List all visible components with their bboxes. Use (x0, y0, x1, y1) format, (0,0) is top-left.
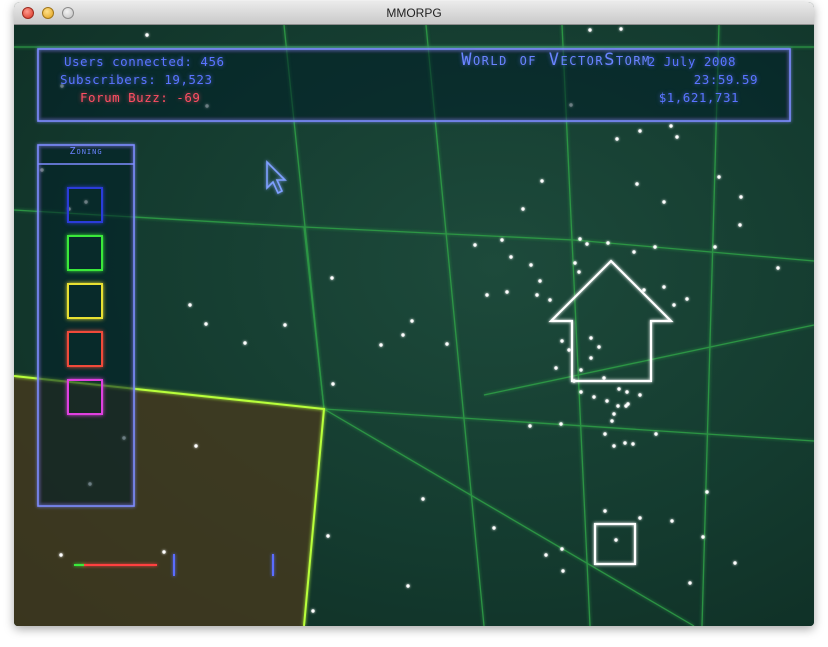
zone-swatch-magenta[interactable] (67, 379, 103, 415)
square-selection-icon[interactable] (593, 522, 637, 566)
subscribers: Subscribers: 19,523 (60, 72, 213, 87)
users-connected: Users connected: 456 (64, 54, 225, 69)
game-title: World of VectorStorm (461, 50, 651, 70)
game-time: 23:59.59 (693, 72, 758, 87)
game-window: MMORPG Users connected: 456 Subscribers:… (14, 2, 814, 626)
window-title: MMORPG (386, 6, 442, 20)
zoning-label: Zoning (69, 146, 103, 157)
forum-buzz: Forum Buzz: -69 (80, 90, 201, 105)
arrow-cursor-icon (266, 160, 287, 195)
title-bar[interactable]: MMORPG (14, 2, 814, 25)
money-balance: $1,621,731 (658, 90, 739, 105)
game-viewport[interactable]: Users connected: 456 Subscribers: 19,523… (14, 25, 814, 626)
house-arrow-icon[interactable] (548, 259, 674, 383)
zone-swatch-red[interactable] (67, 331, 103, 367)
world-map[interactable] (14, 25, 814, 626)
zone-swatch-yellow[interactable] (67, 283, 103, 319)
zone-swatch-green[interactable] (67, 235, 103, 271)
game-date: 2 July 2008 (647, 54, 736, 69)
zone-swatch-blue[interactable] (67, 187, 103, 223)
